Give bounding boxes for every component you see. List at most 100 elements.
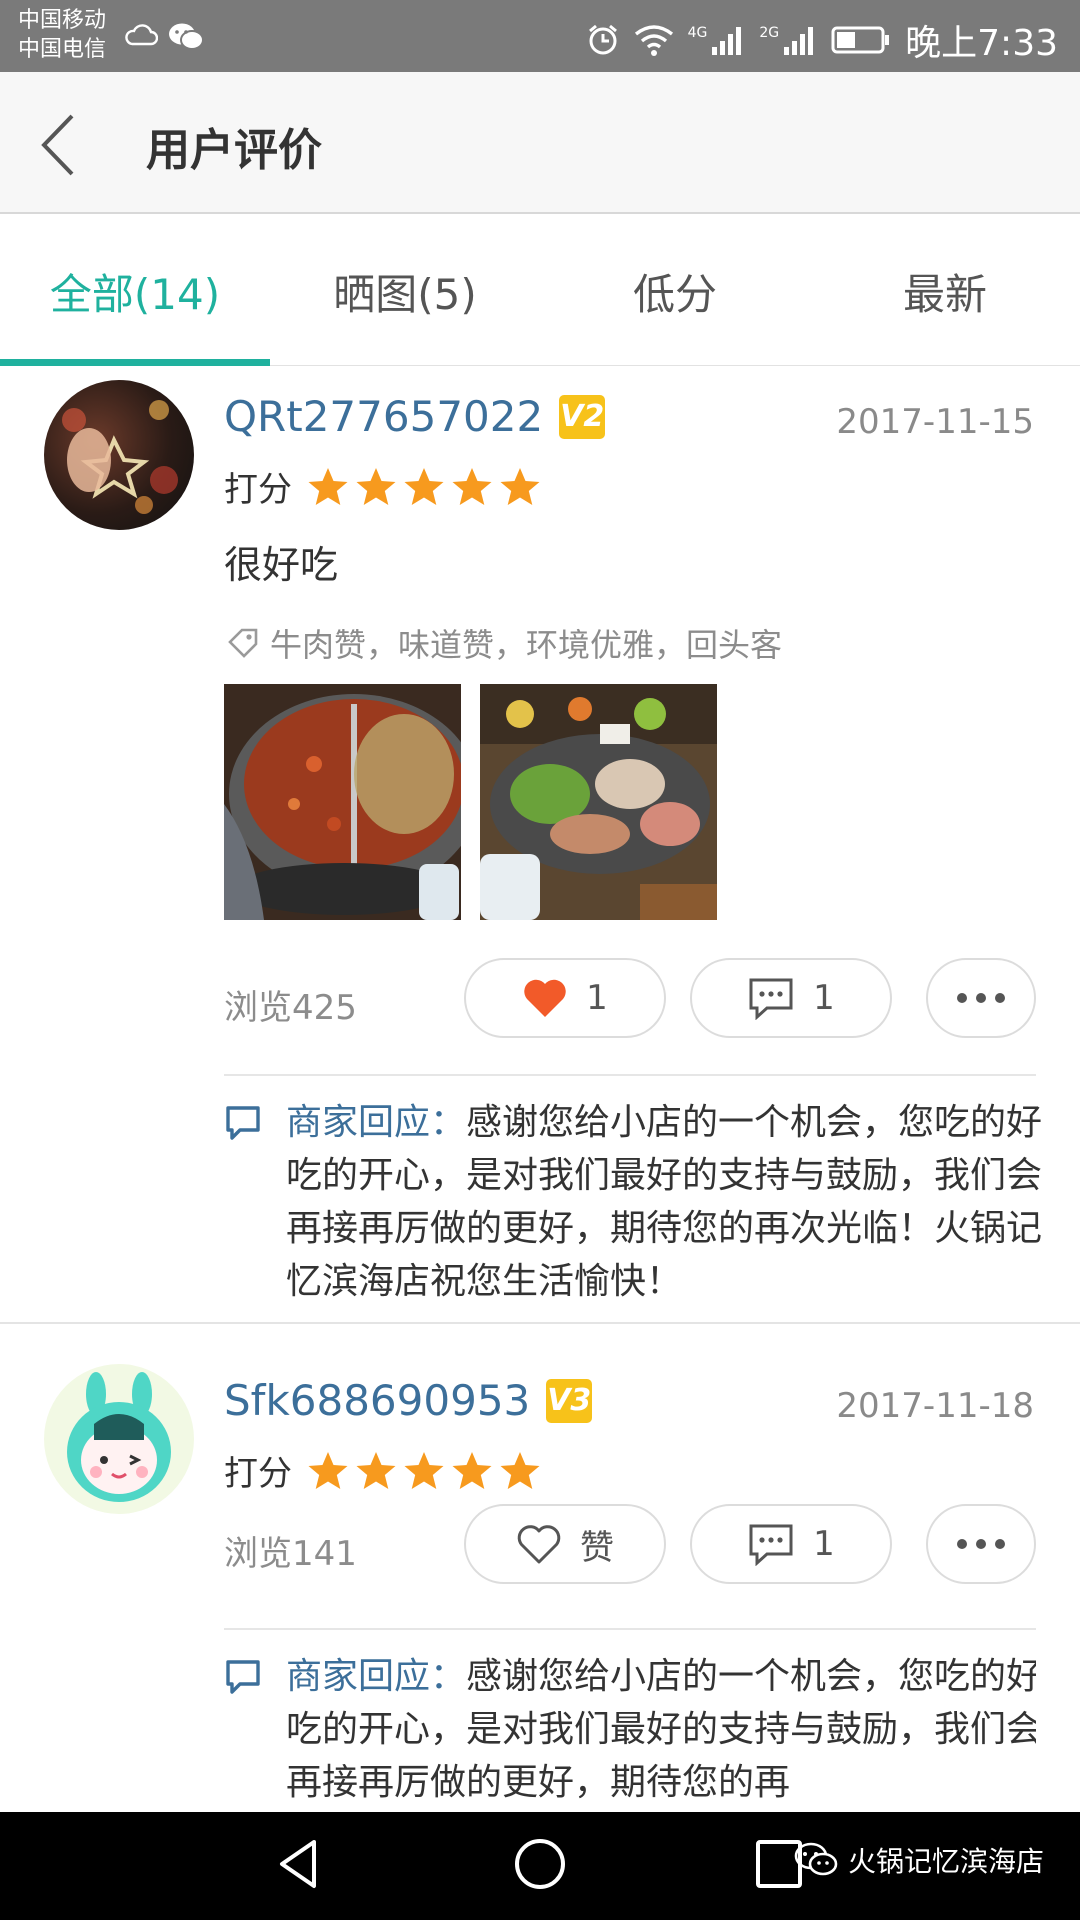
reviewer-name[interactable]: Sfk688690953 V3 [224,1376,593,1425]
more-options-button[interactable] [926,958,1036,1038]
tab-photos[interactable]: 晒图(5) [270,216,540,366]
star-icon [356,1451,396,1489]
wechat-logo-icon [794,1842,838,1876]
comment-button[interactable]: 1 [690,958,892,1038]
page-title: 用户评价 [146,125,322,176]
carrier-1: 中国移动 [18,8,107,33]
reply-label: 商家回应： [286,1656,467,1697]
reply-divider [224,1074,1036,1076]
reply-bubble-icon [226,1660,260,1694]
star-rating [306,466,542,508]
view-count: 浏览141 [224,1534,357,1574]
tab-all[interactable]: 全部(14) [0,216,270,366]
triangle-back-icon [280,1840,316,1888]
comment-count: 1 [813,978,835,1018]
tab-latest[interactable]: 最新 [810,216,1080,366]
star-icon [308,1451,348,1489]
filter-tabs: 全部(14) 晒图(5) 低分 最新 [0,216,1080,366]
weather-cloud-icon [125,24,158,46]
wechat-watermark: 火锅记忆滨海店 [794,1840,1044,1880]
avatar-image [67,1372,171,1502]
system-nav-bar: 火锅记忆滨海店 [0,1812,1080,1920]
rating-label: 打分 [224,1454,292,1494]
comment-bubble-icon [749,1524,793,1566]
view-count: 浏览425 [224,988,357,1028]
status-time: 晚上7:33 [905,23,1058,64]
reply-content: 商家回应：感谢您给小店的一个机会，您吃的好吃的开心，是对我们最好的支持与鼓励，我… [286,1096,1052,1308]
review-separator [0,1322,1080,1324]
app-header: 用户评价 [0,72,1080,214]
reply-bubble-icon [226,1106,260,1140]
star-icon [308,467,348,505]
star-icon [452,467,492,505]
star-icon [356,467,396,505]
star-icon [404,467,444,505]
avatar[interactable] [44,380,194,530]
battery-icon [831,26,890,54]
signal-2-icon: 2G [759,25,817,55]
carrier-2: 中国电信 [18,37,107,62]
heart-outline-icon [517,1525,561,1564]
more-dots-icon [957,1539,1005,1549]
reply-content: 商家回应：感谢您给小店的一个机会，您吃的好吃的开心，是对我们最好的支持与鼓励，我… [286,1650,1036,1809]
review-date: 2017-11-18 [836,1386,1034,1426]
rating-row: 打分 [224,462,542,511]
review-date: 2017-11-15 [836,402,1034,442]
hotpot-photo-1 [224,684,461,920]
rating-label: 打分 [224,470,292,510]
comment-button[interactable]: 1 [690,1504,892,1584]
merchant-reply: 商家回应：感谢您给小店的一个机会，您吃的好吃的开心，是对我们最好的支持与鼓励，我… [224,1096,1042,1326]
more-options-button[interactable] [926,1504,1036,1584]
status-bar: 中国移动 中国电信 4G 2G 晚上7:33 [0,0,1080,72]
reply-label: 商家回应： [286,1102,467,1143]
alarm-icon [588,24,617,55]
reply-divider [224,1628,1036,1630]
review-photo-1[interactable] [224,684,461,920]
comment-bubble-icon [749,978,793,1020]
rating-row: 打分 [224,1446,542,1495]
review-photos [224,684,724,920]
network-type-2: 2G [759,25,780,41]
review-tags-text: 牛肉赞，味道赞，环境优雅，回头客 [270,626,783,664]
avatar[interactable] [44,1364,194,1514]
hotpot-photo-2 [480,684,717,920]
tab-low-score[interactable]: 低分 [540,216,810,366]
star-rating [306,1450,542,1492]
like-button[interactable]: 赞 [464,1504,666,1584]
reviewer-name[interactable]: QRt277657022 V2 [224,392,606,441]
review-photo-2[interactable] [480,684,717,920]
carrier-labels: 中国移动 中国电信 [18,6,106,64]
circle-home-icon [515,1839,565,1889]
wechat-notification-icon [169,23,204,50]
wifi-icon [634,25,673,56]
avatar-image [62,400,178,514]
watermark-text: 火锅记忆滨海店 [847,1845,1044,1878]
active-tab-indicator [0,359,270,366]
review-tags: 牛肉赞，味道赞，环境优雅，回头客 [226,620,782,666]
chevron-left-icon [41,114,74,176]
tab-photos-label: 晒图(5) [333,269,477,319]
tab-latest-label: 最新 [902,269,987,319]
nav-home-button[interactable] [510,1834,570,1898]
like-count: 1 [586,978,608,1018]
like-button[interactable]: 1 [464,958,666,1038]
back-button[interactable] [30,110,90,180]
network-type-1: 4G [687,25,708,41]
star-icon [452,1451,492,1489]
tag-icon [228,628,258,658]
merchant-reply: 商家回应：感谢您给小店的一个机会，您吃的好吃的开心，是对我们最好的支持与鼓励，我… [224,1650,1036,1812]
like-label: 赞 [580,1527,614,1568]
vip-level-badge: V2 [559,394,606,439]
vip-level-badge: V3 [546,1378,593,1423]
reviewer-username: Sfk688690953 [224,1376,531,1425]
heart-filled-icon [524,979,566,1017]
signal-1-icon: 4G [688,25,746,55]
tab-all-label: 全部(14) [49,269,221,319]
review-comment: 很好吃 [224,543,339,587]
more-dots-icon [957,993,1005,1003]
nav-back-button[interactable] [270,1834,330,1898]
reviewer-username: QRt277657022 [224,392,544,441]
star-icon [404,1451,444,1489]
tab-low-score-label: 低分 [632,269,717,319]
star-icon [500,1451,540,1489]
